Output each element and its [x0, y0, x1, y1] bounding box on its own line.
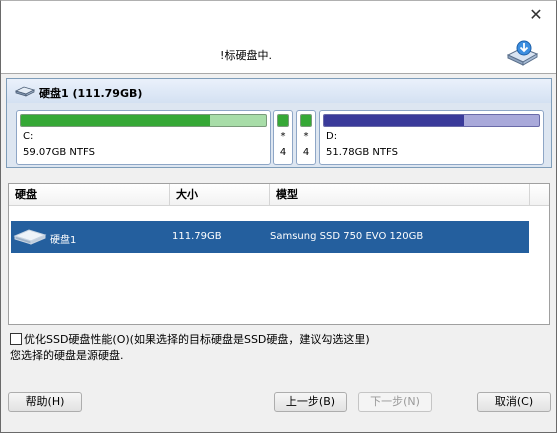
disk-download-icon — [506, 40, 539, 66]
partition-info: 4 — [302, 147, 310, 158]
row-disk-size: 111.79GB — [172, 231, 222, 242]
header-title: !标硬盘中. — [220, 49, 272, 62]
partition-c[interactable]: C: 59.07GB NTFS — [16, 110, 271, 165]
partition-name: C: — [23, 131, 34, 142]
partition-info: 4 — [279, 147, 287, 158]
partition-usage-bar — [20, 114, 267, 127]
partition-info: 59.07GB NTFS — [23, 147, 95, 158]
partition-info: 51.78GB NTFS — [326, 147, 398, 158]
back-button[interactable]: 上一步(B) — [274, 392, 347, 412]
hard-disk-icon — [13, 229, 47, 245]
table-row[interactable]: 硬盘1 111.79GB Samsung SSD 750 EVO 120GB — [11, 221, 529, 253]
ssd-optimize-option[interactable]: 优化SSD硬盘性能(O)(如果选择的目标硬盘是SSD硬盘，建议勾选这里) — [10, 331, 370, 347]
column-header-disk[interactable]: 硬盘 — [9, 184, 170, 206]
row-disk-name: 硬盘1 — [50, 235, 77, 246]
partition-name: D: — [326, 131, 338, 142]
hard-disk-icon — [15, 86, 35, 97]
partition-usage-bar — [300, 114, 312, 127]
partition-unlabeled-1[interactable]: * 4 — [273, 110, 293, 165]
partition-d[interactable]: D: 51.78GB NTFS — [319, 110, 544, 165]
disk-list: 硬盘 大小 模型 硬盘1 111.79GB Samsung SSD 750 EV… — [8, 183, 550, 325]
partition-usage-bar — [277, 114, 289, 127]
partition-unlabeled-2[interactable]: * 4 — [296, 110, 316, 165]
column-header-size[interactable]: 大小 — [170, 184, 270, 206]
row-disk-model: Samsung SSD 750 EVO 120GB — [270, 231, 424, 242]
list-header: 硬盘 大小 模型 — [9, 184, 549, 206]
partition-name: * — [303, 131, 309, 142]
partition-usage-bar — [323, 114, 540, 127]
source-disk-note: 您选择的硬盘是源硬盘. — [10, 349, 124, 362]
help-button[interactable]: 帮助(H) — [8, 392, 82, 412]
partition-name: * — [280, 131, 286, 142]
ssd-optimize-label: 优化SSD硬盘性能(O)(如果选择的目标硬盘是SSD硬盘，建议勾选这里) — [24, 333, 370, 346]
disk-map-title: 硬盘1 (111.79GB) — [39, 87, 143, 100]
column-header-model[interactable]: 模型 — [270, 184, 530, 206]
close-icon[interactable]: ✕ — [526, 5, 546, 25]
next-button[interactable]: 下一步(N) — [358, 392, 432, 412]
disk-map-header: 硬盘1 (111.79GB) — [7, 79, 551, 103]
ssd-optimize-checkbox[interactable] — [10, 333, 22, 345]
cancel-button[interactable]: 取消(C) — [477, 392, 551, 412]
dialog-window: ✕ !标硬盘中. 硬盘1 (111.79GB) C: 59.07GB NTFS — [0, 0, 557, 433]
header-area: ✕ !标硬盘中. — [1, 1, 556, 74]
disk-map-panel: 硬盘1 (111.79GB) C: 59.07GB NTFS * 4 * 4 D… — [6, 78, 552, 168]
